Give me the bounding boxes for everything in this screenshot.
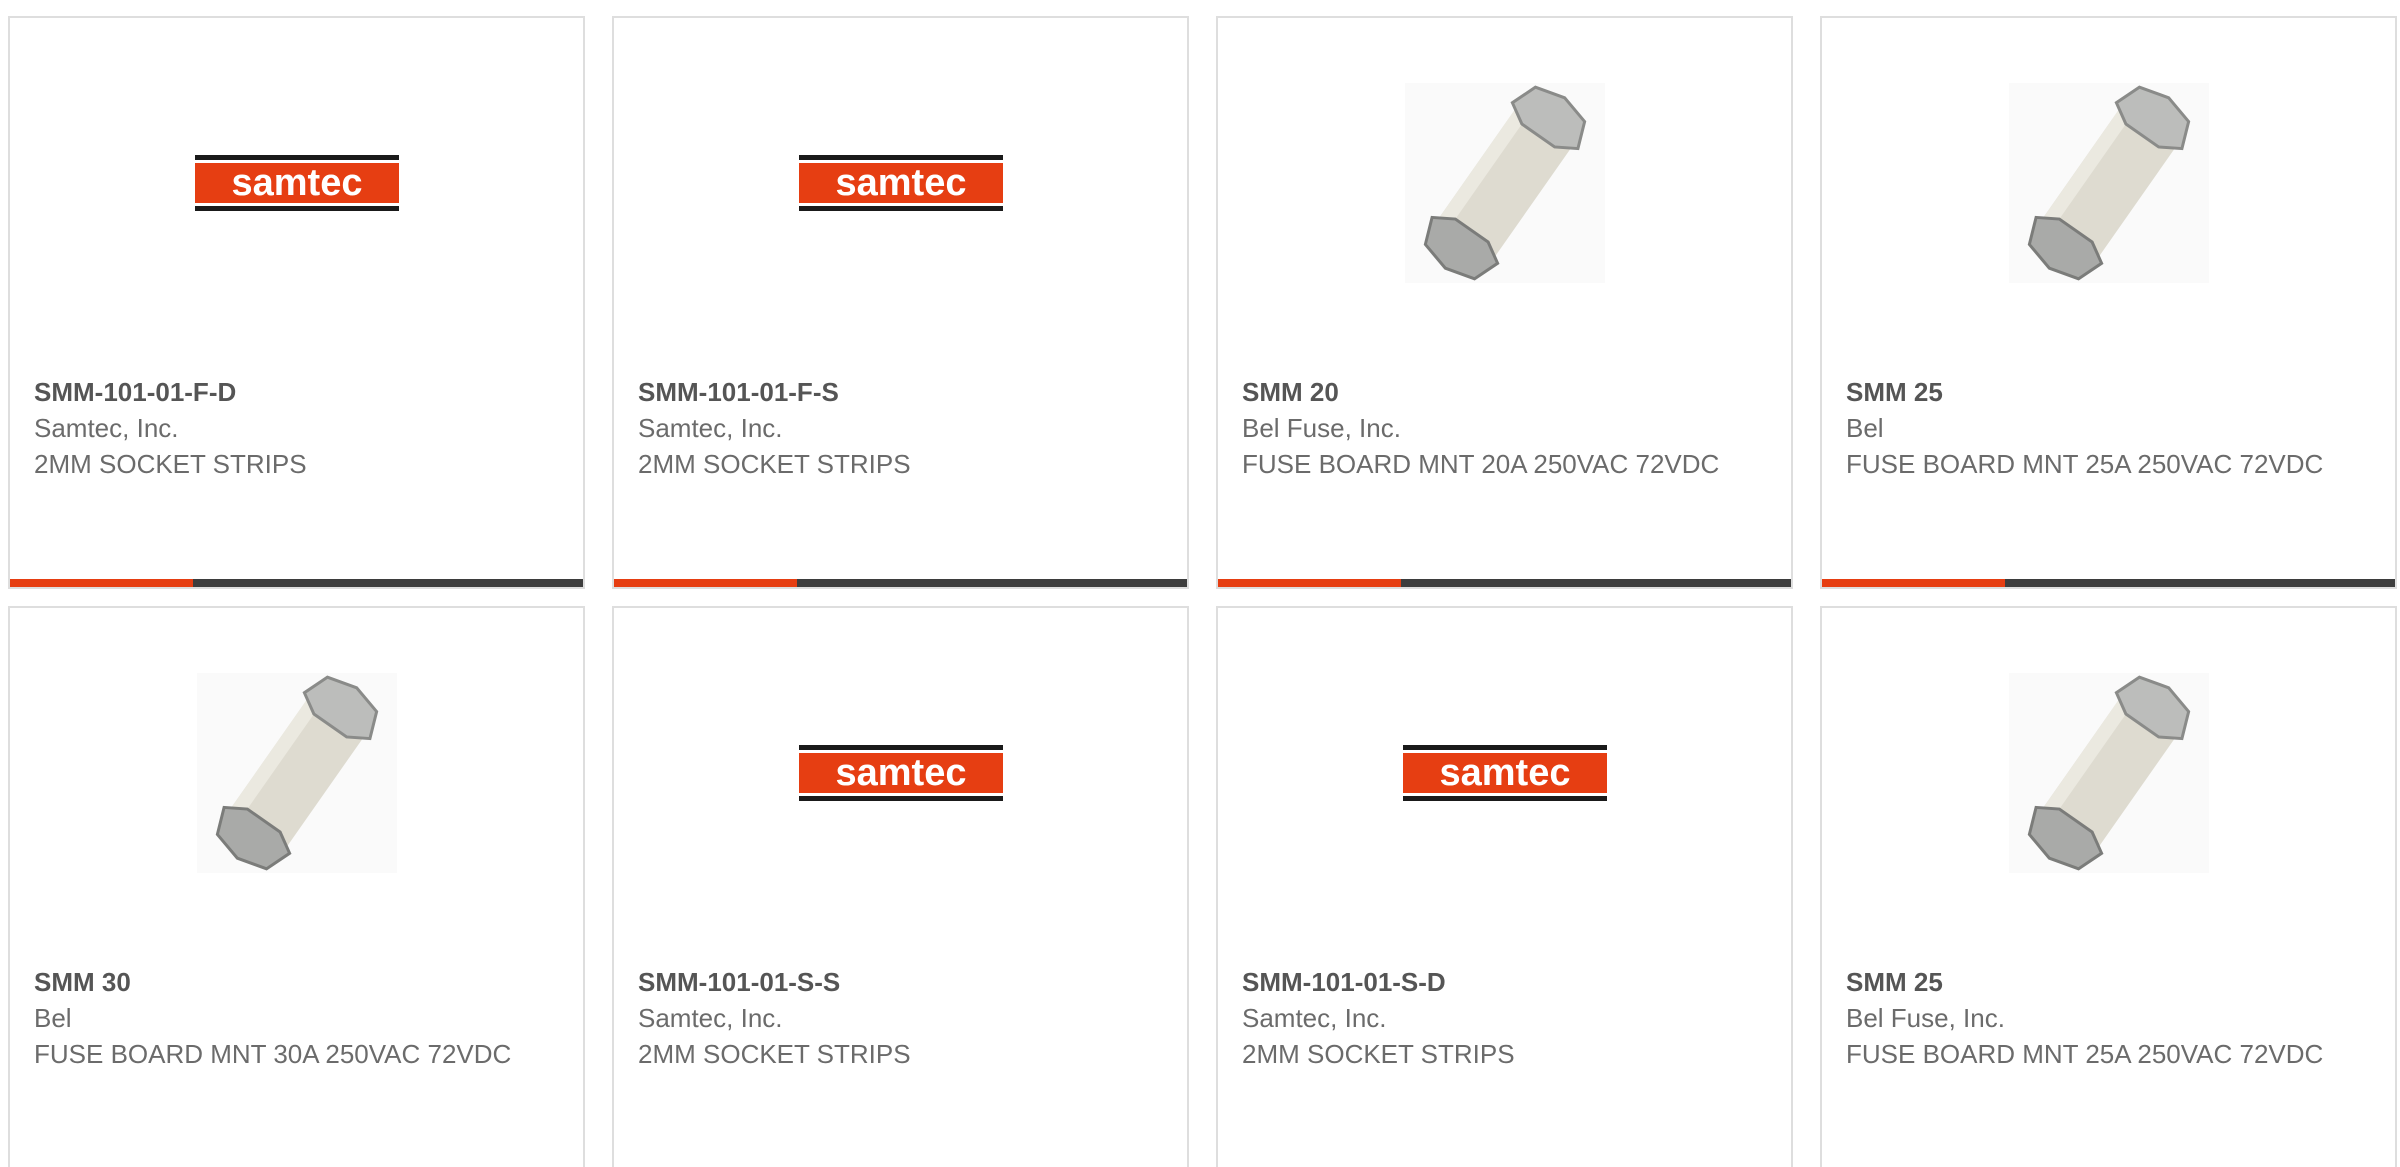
product-card[interactable]: samtec SMM-101-01-F-S Samtec, Inc. 2MM S…	[612, 16, 1189, 589]
part-number[interactable]: SMM-101-01-S-D	[1242, 964, 1767, 1000]
product-card[interactable]: samtec SMM-101-01-F-D Samtec, Inc. 2MM S…	[8, 16, 585, 589]
description: 2MM SOCKET STRIPS	[638, 449, 911, 479]
samtec-logo: samtec	[798, 745, 1003, 801]
samtec-logo: samtec	[194, 155, 399, 211]
svg-text:samtec: samtec	[1439, 752, 1570, 794]
part-number[interactable]: SMM 30	[34, 964, 559, 1000]
product-card[interactable]: SMM 25 Bel Fuse, Inc. FUSE BOARD MNT 25A…	[1820, 606, 2397, 1167]
description: FUSE BOARD MNT 25A 250VAC 72VDC	[1846, 1039, 2324, 1069]
description: 2MM SOCKET STRIPS	[34, 449, 307, 479]
fuse-photo	[2008, 83, 2209, 283]
description: 2MM SOCKET STRIPS	[1242, 1039, 1515, 1069]
part-number[interactable]: SMM-101-01-F-D	[34, 374, 559, 410]
product-card[interactable]: SMM 30 Bel FUSE BOARD MNT 30A 250VAC 72V…	[8, 606, 585, 1167]
part-number[interactable]: SMM-101-01-F-S	[638, 374, 1163, 410]
manufacturer: Bel Fuse, Inc.	[1242, 413, 1401, 443]
product-image	[10, 668, 583, 878]
product-image: samtec	[614, 668, 1187, 878]
card-bar	[1218, 579, 1791, 587]
manufacturer: Samtec, Inc.	[638, 413, 783, 443]
product-card[interactable]: SMM 25 Bel FUSE BOARD MNT 25A 250VAC 72V…	[1820, 16, 2397, 589]
product-card[interactable]: samtec SMM-101-01-S-S Samtec, Inc. 2MM S…	[612, 606, 1189, 1167]
manufacturer: Bel	[34, 1003, 72, 1033]
description: FUSE BOARD MNT 20A 250VAC 72VDC	[1242, 449, 1720, 479]
fuse-photo	[196, 673, 397, 873]
manufacturer: Bel Fuse, Inc.	[1846, 1003, 2005, 1033]
description: FUSE BOARD MNT 25A 250VAC 72VDC	[1846, 449, 2324, 479]
product-image	[1218, 78, 1791, 288]
product-card[interactable]: SMM 20 Bel Fuse, Inc. FUSE BOARD MNT 20A…	[1216, 16, 1793, 589]
product-image: samtec	[1218, 668, 1791, 878]
description: 2MM SOCKET STRIPS	[638, 1039, 911, 1069]
part-number[interactable]: SMM 20	[1242, 374, 1767, 410]
description: FUSE BOARD MNT 30A 250VAC 72VDC	[34, 1039, 512, 1069]
product-image	[1822, 78, 2395, 288]
samtec-logo: samtec	[1402, 745, 1607, 801]
manufacturer: Samtec, Inc.	[1242, 1003, 1387, 1033]
part-number[interactable]: SMM 25	[1846, 374, 2371, 410]
svg-text:samtec: samtec	[835, 752, 966, 794]
product-grid: samtec SMM-101-01-F-D Samtec, Inc. 2MM S…	[0, 0, 2400, 1167]
product-image	[1822, 668, 2395, 878]
manufacturer: Bel	[1846, 413, 1884, 443]
fuse-photo	[2008, 673, 2209, 873]
card-bar	[614, 579, 1187, 587]
fuse-photo	[1404, 83, 1605, 283]
samtec-logo: samtec	[798, 155, 1003, 211]
manufacturer: Samtec, Inc.	[34, 413, 179, 443]
svg-text:samtec: samtec	[231, 162, 362, 204]
card-bar	[1822, 579, 2395, 587]
part-number[interactable]: SMM-101-01-S-S	[638, 964, 1163, 1000]
card-bar	[10, 579, 583, 587]
part-number[interactable]: SMM 25	[1846, 964, 2371, 1000]
product-image: samtec	[614, 78, 1187, 288]
manufacturer: Samtec, Inc.	[638, 1003, 783, 1033]
product-card[interactable]: samtec SMM-101-01-S-D Samtec, Inc. 2MM S…	[1216, 606, 1793, 1167]
svg-text:samtec: samtec	[835, 162, 966, 204]
product-image: samtec	[10, 78, 583, 288]
